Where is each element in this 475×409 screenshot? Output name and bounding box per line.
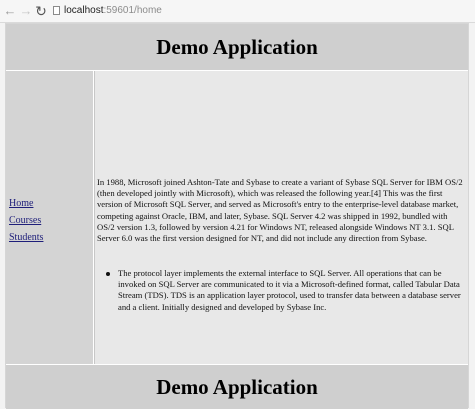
sidebar-item-home: Home [9,195,43,212]
address-bar[interactable]: localhost:59601/home [64,3,162,19]
sidebar-item-courses: Courses [9,212,43,229]
back-arrow-icon[interactable]: ← [3,2,17,20]
main-content: In 1988, Microsoft joined Ashton-Tate an… [95,71,468,364]
courses-link[interactable]: Courses [9,215,41,226]
app-footer: Demo Application [6,364,468,409]
sidebar-nav: Home Courses Students [9,195,43,246]
sidebar: Home Courses Students [6,71,94,364]
reload-icon[interactable]: ↻ [34,2,48,20]
bullet-text: The protocol layer implements the extern… [118,268,461,312]
list-item: The protocol layer implements the extern… [106,268,463,313]
url-path: :59601/home [103,5,162,16]
bullet-icon [106,272,110,276]
bullet-list: The protocol layer implements the extern… [106,268,463,313]
url-host: localhost [64,5,104,16]
body-paragraph: In 1988, Microsoft joined Ashton-Tate an… [97,177,463,244]
home-link[interactable]: Home [9,198,33,209]
students-link[interactable]: Students [9,232,43,243]
footer-title: Demo Application [156,375,318,399]
page-icon [53,6,60,15]
sidebar-item-students: Students [9,229,43,246]
forward-arrow-icon[interactable]: → [19,2,33,20]
app-container: Demo Application Home Courses Students I… [5,23,469,409]
page-title: Demo Application [156,35,318,59]
app-header: Demo Application [6,24,468,71]
browser-toolbar: ← → ↻ localhost:59601/home [0,0,475,23]
